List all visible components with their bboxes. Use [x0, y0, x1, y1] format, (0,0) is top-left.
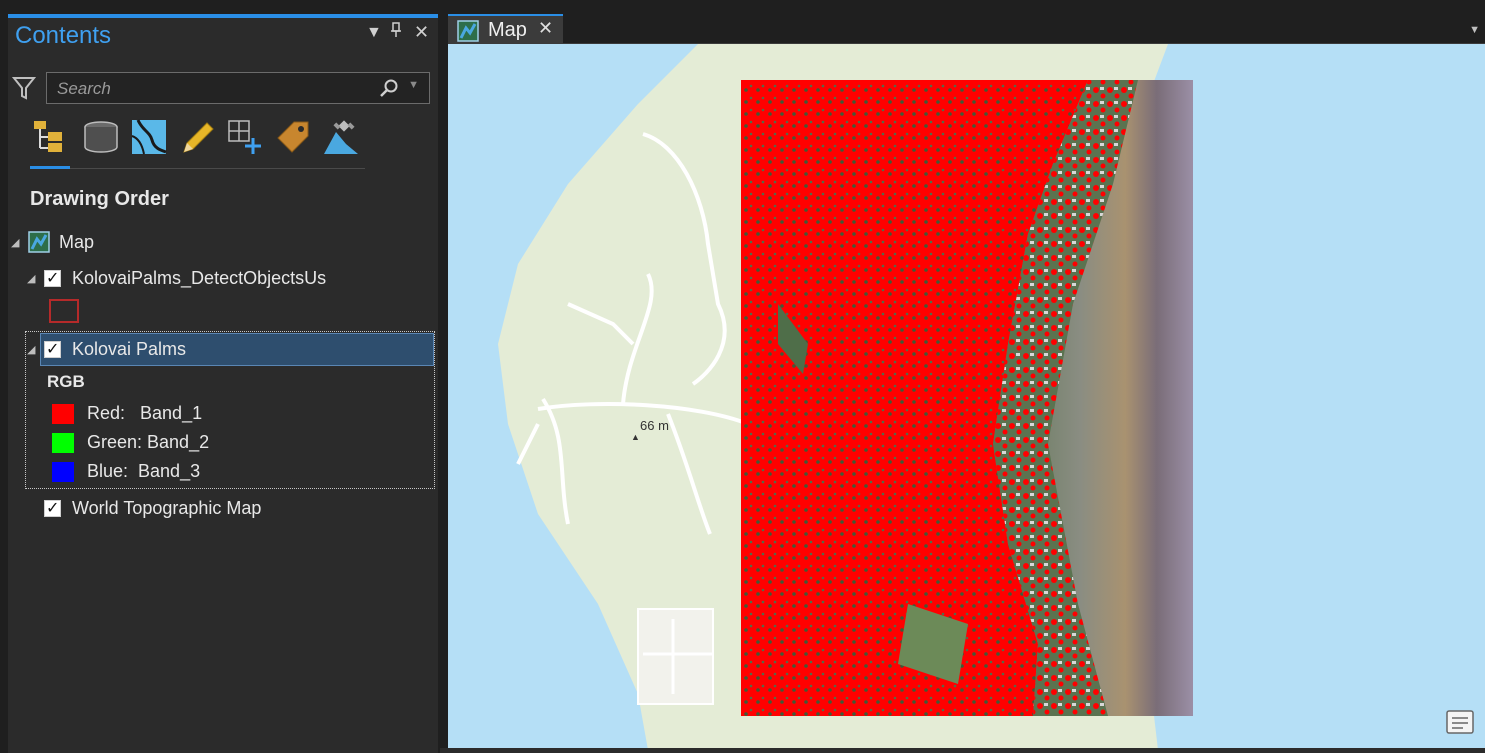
- list-by-editing-icon[interactable]: [178, 118, 216, 156]
- map-expand-arrow[interactable]: ◢: [11, 236, 19, 249]
- map-tab-bar: [440, 0, 1485, 44]
- map-rendering: [498, 44, 1193, 750]
- elevation-label: 66 m: [640, 418, 669, 433]
- map-node-label[interactable]: Map: [59, 232, 94, 253]
- red-band-swatch[interactable]: [52, 404, 74, 424]
- red-band-label: Red: Band_1: [87, 403, 203, 423]
- pane-menu-icon[interactable]: ▼: [366, 24, 382, 42]
- pane-close-button[interactable]: ✕: [414, 22, 429, 43]
- built-area: [637, 608, 714, 705]
- list-by-snapping-icon[interactable]: [226, 118, 264, 156]
- search-options-dropdown[interactable]: ▼: [408, 79, 419, 91]
- list-by-selection-icon[interactable]: [130, 118, 168, 156]
- list-by-data-source-icon[interactable]: [82, 118, 120, 156]
- toolbar-divider: [30, 168, 365, 169]
- kolovai-layer-label[interactable]: Kolovai Palms: [72, 339, 186, 360]
- search-icon[interactable]: [379, 78, 399, 103]
- list-by-labeling-icon[interactable]: [274, 118, 312, 156]
- list-by-perspective-imagery-icon[interactable]: [322, 118, 360, 156]
- list-by-drawing-order-icon[interactable]: [30, 118, 68, 156]
- pin-icon[interactable]: [390, 22, 402, 43]
- tab-overflow-icon[interactable]: ▼: [1469, 24, 1480, 36]
- map-canvas[interactable]: ▲ 66 m: [448, 44, 1485, 750]
- tab-map[interactable]: Map ✕: [448, 14, 563, 44]
- detect-layer-checkbox[interactable]: [44, 268, 61, 287]
- kolovai-layer-checkbox[interactable]: [44, 339, 61, 358]
- blue-band-label: Blue: Band_3: [87, 461, 201, 481]
- search-input[interactable]: Search ▼: [46, 72, 430, 104]
- kolovai-layer-expand-arrow[interactable]: ◢: [27, 343, 35, 356]
- green-band-swatch[interactable]: [52, 433, 74, 453]
- blue-band-swatch[interactable]: [52, 462, 74, 482]
- basemap-label[interactable]: World Topographic Map: [72, 498, 261, 519]
- green-band-label: Green: Band_2: [87, 432, 210, 452]
- detect-layer-label[interactable]: KolovaiPalms_DetectObjectsUs: [72, 268, 326, 289]
- basemap-checkbox[interactable]: [44, 498, 61, 517]
- search-placeholder: Search: [57, 79, 111, 98]
- map-tab-label[interactable]: Map: [488, 19, 527, 42]
- pane-title: Contents: [15, 22, 112, 49]
- section-title: Drawing Order: [30, 188, 169, 210]
- map-tab-icon: [457, 20, 479, 47]
- pane-active-indicator: [8, 14, 438, 18]
- map-notes-icon[interactable]: [1445, 708, 1475, 741]
- filter-icon[interactable]: [11, 75, 37, 106]
- map-bottom-bar: [440, 748, 1485, 753]
- map-tab-close-icon[interactable]: ✕: [538, 18, 553, 39]
- elevation-marker-icon: ▲: [631, 432, 640, 442]
- map-icon: [28, 231, 50, 258]
- detect-layer-symbol[interactable]: [49, 299, 79, 323]
- renderer-label: RGB: [47, 372, 85, 391]
- detect-layer-expand-arrow[interactable]: ◢: [27, 272, 35, 285]
- active-view-indicator: [30, 166, 70, 169]
